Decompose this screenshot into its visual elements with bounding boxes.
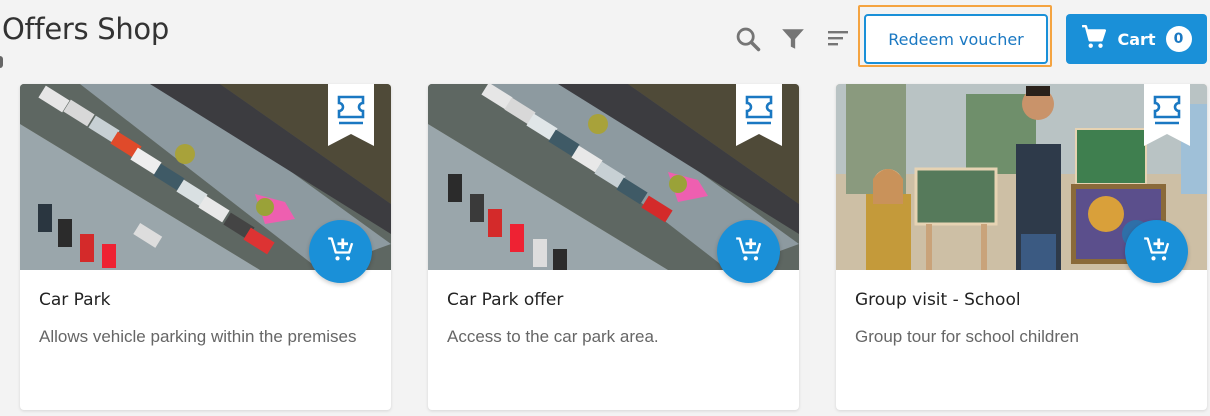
cart-icon (1081, 24, 1107, 54)
offer-description: Access to the car park area. (447, 327, 659, 346)
offer-title: Car Park offer (447, 290, 564, 310)
cart-label: Cart (1117, 29, 1156, 49)
add-to-cart-icon (735, 235, 763, 268)
search-icon[interactable] (733, 24, 763, 54)
filter-icon[interactable] (778, 24, 808, 54)
add-to-cart-button[interactable] (1125, 220, 1188, 283)
offer-card[interactable]: Car Park offer Access to the car park ar… (428, 84, 799, 410)
add-to-cart-icon (327, 235, 355, 268)
cart-button[interactable]: Cart 0 (1066, 14, 1207, 64)
offer-title: Group visit - School (855, 290, 1021, 310)
page-title: Offers Shop (2, 12, 169, 46)
redeem-voucher-button[interactable]: Redeem voucher (864, 14, 1048, 64)
sort-icon[interactable] (823, 24, 853, 54)
offer-description: Allows vehicle parking within the premis… (39, 327, 357, 346)
add-to-cart-button[interactable] (717, 220, 780, 283)
cart-count-badge: 0 (1165, 26, 1192, 52)
add-to-cart-button[interactable] (309, 220, 372, 283)
offer-description: Group tour for school children (855, 327, 1079, 346)
offer-card[interactable]: Car Park Allows vehicle parking within t… (20, 84, 391, 410)
sidebar-handle[interactable] (0, 56, 3, 68)
ticket-ribbon-icon (328, 84, 374, 146)
ticket-ribbon-icon (736, 84, 782, 146)
offer-title: Car Park (39, 290, 111, 310)
add-to-cart-icon (1143, 235, 1171, 268)
ticket-ribbon-icon (1144, 84, 1190, 146)
offer-card[interactable]: Group visit - School Group tour for scho… (836, 84, 1207, 410)
